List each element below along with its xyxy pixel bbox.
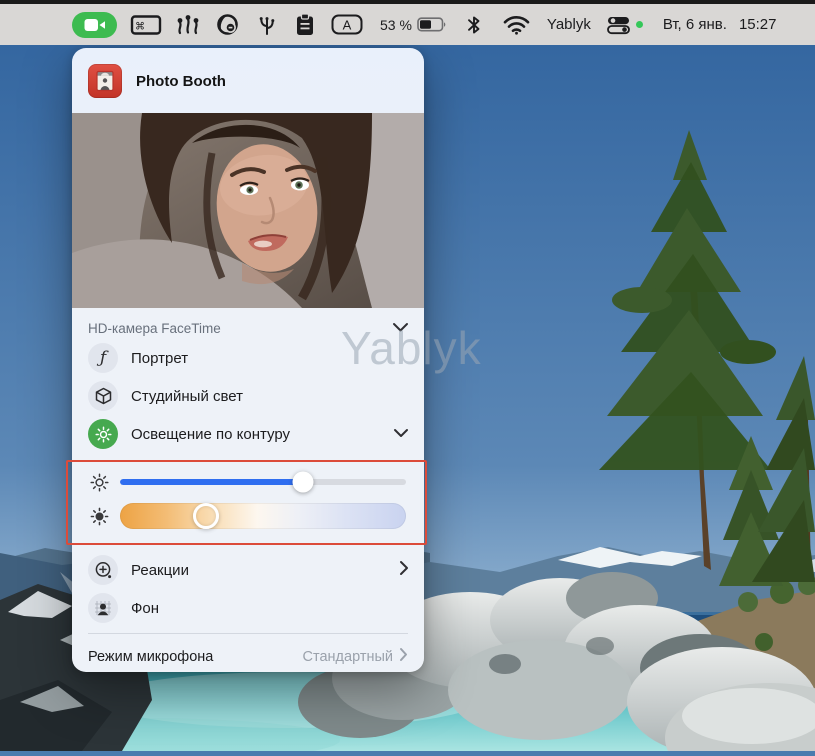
reactions-row[interactable]: Реакции: [72, 551, 424, 589]
panel-title: Photo Booth: [136, 73, 226, 90]
video-camera-icon: [84, 18, 106, 32]
warmth-slider[interactable]: [120, 499, 406, 533]
mic-mode-label: Режим микрофона: [88, 649, 213, 665]
chevron-right-icon: [399, 647, 408, 666]
command-window-icon[interactable]: ⌘: [130, 14, 162, 36]
face-icon[interactable]: [216, 13, 240, 37]
background-icon: [88, 593, 118, 623]
warmth-slider-row: [88, 499, 406, 533]
chevron-down-icon: [392, 321, 409, 336]
reactions-label: Реакции: [131, 562, 189, 579]
chevron-down-icon: [393, 425, 409, 443]
effect-studio-light-row[interactable]: Студийный свет: [72, 377, 424, 415]
warmth-sun-icon: [88, 507, 110, 526]
reactions-icon: [88, 555, 118, 585]
battery-icon: [417, 17, 447, 32]
background-row[interactable]: Фон: [72, 589, 424, 627]
effect-portrait-row[interactable]: ƒ Портрет: [72, 339, 424, 377]
camera-selector-row[interactable]: HD-камера FaceTime: [72, 308, 424, 339]
time-label: 15:27: [739, 16, 777, 33]
input-source-icon[interactable]: A: [331, 14, 363, 35]
cube-icon: [88, 381, 118, 411]
contour-light-icon: [88, 419, 118, 449]
input-letter: A: [343, 18, 352, 33]
panel-header: Photo Booth: [72, 48, 424, 113]
brightness-slider[interactable]: [120, 468, 406, 496]
effect-contour-light-label: Освещение по контуру: [131, 426, 290, 443]
brightness-thumb[interactable]: [293, 472, 314, 493]
battery-status[interactable]: 53 %: [380, 17, 447, 33]
wifi-icon[interactable]: [503, 15, 530, 35]
keys-icon[interactable]: [175, 13, 201, 37]
bluetooth-icon[interactable]: [467, 15, 481, 35]
mic-mode-value: Стандартный: [303, 649, 393, 665]
yablyk-label: Yablyk: [547, 16, 591, 33]
f-stop-icon: ƒ: [88, 343, 118, 373]
effect-contour-light-row[interactable]: Освещение по контуру: [72, 415, 424, 453]
brightness-fill: [120, 479, 303, 485]
brightness-sun-icon: [88, 473, 110, 492]
warmth-thumb[interactable]: [193, 503, 219, 529]
status-green-dot: [636, 21, 643, 28]
date-label: Вт, 6 янв.: [663, 16, 727, 33]
clipboard-icon[interactable]: [294, 13, 316, 37]
svg-text:⌘: ⌘: [135, 21, 145, 32]
sprout-icon[interactable]: [255, 13, 279, 37]
photo-booth-app-icon: [88, 64, 122, 98]
toggles-menu-item[interactable]: [606, 15, 643, 35]
battery-percent-label: 53 %: [380, 17, 412, 33]
menubar-clock[interactable]: Вт, 6 янв. 15:27: [663, 16, 777, 33]
video-effects-panel: Photo Booth: [72, 48, 424, 672]
camera-preview: [72, 113, 424, 308]
camera-active-indicator[interactable]: [72, 12, 117, 38]
chevron-right-icon: [399, 560, 409, 581]
mic-mode-row[interactable]: Режим микрофона Стандартный: [72, 634, 424, 679]
light-sliders-group: [72, 461, 424, 543]
menu-bar: ⌘ A 53 % Ya: [0, 0, 815, 45]
effect-portrait-label: Портрет: [131, 350, 188, 367]
background-label: Фон: [131, 600, 159, 617]
menubar-app-yablyk[interactable]: Yablyk: [547, 16, 591, 33]
effect-studio-light-label: Студийный свет: [131, 388, 243, 405]
toggles-icon: [606, 15, 632, 35]
brightness-slider-row: [88, 468, 406, 496]
camera-name-label: HD-камера FaceTime: [88, 321, 221, 336]
